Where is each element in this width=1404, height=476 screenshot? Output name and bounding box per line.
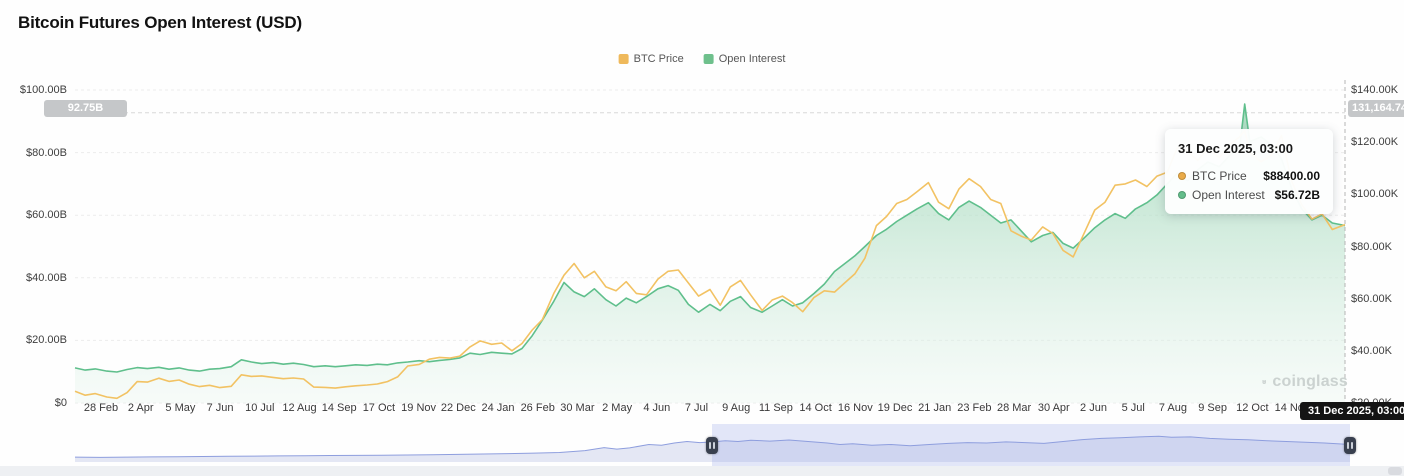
x-axis-tick-label: 30 Mar [560,402,595,414]
x-axis-tick-label: 2 May [602,402,633,414]
tooltip-row-btc-price: BTC Price $88400.00 [1178,166,1320,185]
y-axis-label-right: $100.00K [1351,188,1399,201]
x-axis-tick-label: 12 Oct [1236,402,1269,414]
y-axis-label-left: $0 [54,397,67,409]
x-axis-tick-label: 7 Aug [1158,402,1187,414]
x-axis-tick-label: 26 Feb [520,402,555,414]
x-axis-tick-label: 22 Dec [440,402,476,414]
axis-badge-btc-price-high: 131,164.74 [1348,100,1404,117]
y-axis-label-left: $40.00B [26,271,67,284]
x-axis-tick-label: 12 Aug [282,402,317,414]
y-axis-label-left: $20.00B [26,334,67,347]
x-axis-tick-label: 14 Oct [799,402,832,414]
legend-label-open-interest: Open Interest [718,53,786,65]
y-axis-label-right: $40.00K [1351,344,1392,357]
chart-legend: BTC Price Open Interest [618,53,786,65]
navigator-right-handle[interactable] [1344,437,1356,454]
x-axis-tick-label: 19 Nov [401,402,437,414]
x-axis-tick-label: 17 Oct [362,402,396,414]
y-axis-label-right: $80.00K [1351,240,1392,253]
y-axis-label-right: $60.00K [1351,292,1392,305]
tooltip-value: $88400.00 [1263,168,1320,183]
axis-badge-open-interest-high: 92.75B [44,100,127,117]
x-axis-tick-label: 28 Mar [996,402,1032,414]
y-axis-label-right: $140.00K [1351,84,1399,96]
x-axis-tick-label: 7 Jun [206,402,234,414]
crosshair-date-badge: 31 Dec 2025, 03:00 [1300,402,1404,420]
x-axis-tick-label: 9 Sep [1198,402,1227,414]
x-axis-tick-label: 5 May [165,402,196,414]
x-axis-tick-label: 11 Sep [758,402,793,414]
x-axis-tick-label: 2 Jun [1080,402,1107,414]
x-axis-tick-label: 2 Apr [127,402,154,414]
legend-swatch-open-interest-icon [703,54,714,64]
legend-item-btc-price[interactable]: BTC Price [618,53,684,65]
x-axis-tick-label: 5 Jul [1121,402,1145,414]
x-axis-tick-label: 7 Jul [684,402,709,414]
tooltip-timestamp: 31 Dec 2025, 03:00 [1178,141,1293,156]
x-axis-tick-label: 21 Jan [918,402,952,414]
chart-tooltip: 31 Dec 2025, 03:00 BTC Price $88400.00 O… [1165,129,1333,214]
x-axis-tick-label: 4 Jun [643,402,671,414]
x-axis-tick-label: 30 Apr [1037,402,1070,414]
tooltip-label: Open Interest [1192,187,1265,202]
tooltip-value: $56.72B [1274,187,1320,202]
x-axis-tick-label: 23 Feb [957,402,992,414]
coinglass-watermark: coinglass [1262,370,1348,394]
legend-swatch-btc-price-icon [618,54,629,64]
x-axis-tick-label: 9 Aug [722,402,751,414]
open-interest-dot-icon [1178,190,1186,199]
btc-price-dot-icon [1178,171,1186,180]
legend-label-btc-price: BTC Price [633,53,684,65]
coinglass-bear-icon [1262,380,1267,384]
tooltip-row-open-interest: Open Interest $56.72B [1178,185,1320,204]
tooltip-label: BTC Price [1192,168,1247,183]
x-axis-tick-label: 28 Feb [83,402,119,414]
watermark-text: coinglass [1272,373,1348,390]
legend-item-open-interest[interactable]: Open Interest [703,53,786,65]
page-root: Bitcoin Futures Open Interest (USD) BTC … [0,0,1404,476]
x-axis-tick-label: 19 Dec [877,402,913,414]
navigator-left-handle[interactable] [705,437,718,454]
x-axis-tick-label: 10 Jul [245,402,275,414]
x-axis-tick-label: 16 Nov [837,402,873,414]
x-axis-tick-label: 24 Jan [481,402,515,414]
y-axis-label-right: $120.00K [1351,136,1399,149]
y-axis-label-left: $60.00B [26,209,67,222]
y-axis-label-left: $80.00B [26,146,67,159]
x-axis-tick-label: 14 Sep [321,402,357,414]
y-axis-label-left: $100.00B [19,84,67,96]
